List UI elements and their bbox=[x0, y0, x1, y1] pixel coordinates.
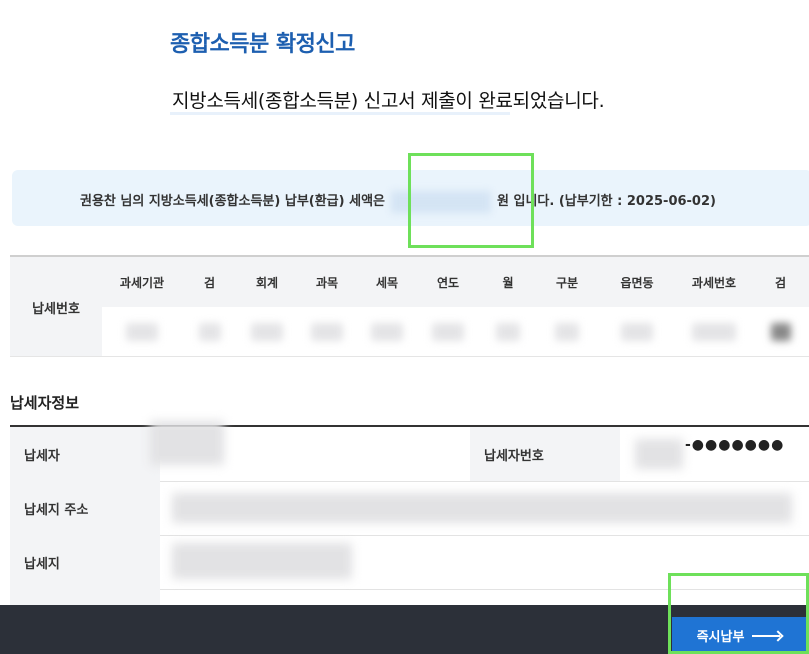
highlight-box-pay bbox=[668, 573, 809, 654]
cell-redacted bbox=[182, 307, 237, 357]
col-subject: 과목 bbox=[297, 257, 357, 307]
label-address: 납세지 주소 bbox=[10, 481, 160, 535]
taxpayer-info-title: 납세자정보 bbox=[10, 394, 80, 412]
col-tax-number: 과세번호 bbox=[677, 257, 751, 307]
page-title: 종합소득분 확정신고 bbox=[170, 32, 355, 57]
taxpayer-number-redacted bbox=[635, 439, 683, 469]
location-redacted bbox=[172, 543, 352, 579]
cell-redacted bbox=[537, 307, 597, 357]
col-district: 읍면동 bbox=[597, 257, 677, 307]
tax-number-table: 납세번호 과세기관 검 회계 과목 세목 연도 월 구분 읍면동 과세번호 검 bbox=[10, 255, 809, 357]
label-taxpayer-number: 납세자번호 bbox=[470, 427, 620, 481]
col-category: 구분 bbox=[537, 257, 597, 307]
col-taxing-agency: 과세기관 bbox=[102, 257, 182, 307]
tax-number-label: 납세번호 bbox=[10, 257, 102, 357]
col-tax-item: 세목 bbox=[357, 257, 417, 307]
address-redacted bbox=[172, 493, 792, 523]
cell-redacted bbox=[751, 307, 809, 357]
cell-redacted bbox=[597, 307, 677, 357]
col-month: 월 bbox=[479, 257, 537, 307]
cell-redacted bbox=[102, 307, 182, 357]
label-location: 납세지 bbox=[10, 535, 160, 589]
cell-redacted bbox=[357, 307, 417, 357]
col-accounting: 회계 bbox=[237, 257, 297, 307]
table-divider bbox=[10, 356, 809, 357]
cell-redacted bbox=[297, 307, 357, 357]
info-row-address: 납세지 주소 bbox=[10, 481, 809, 536]
taxpayer-name-redacted bbox=[150, 421, 224, 465]
label-taxpayer: 납세자 bbox=[10, 427, 160, 481]
highlight-box-amount bbox=[408, 153, 534, 248]
col-check: 검 bbox=[182, 257, 237, 307]
completion-message: 지방소득세(종합소득분) 신고서 제출이 완료되었습니다. bbox=[172, 90, 605, 112]
col-check-2: 검 bbox=[751, 257, 809, 307]
notice-prefix: 권용찬 님의 지방소득세(종합소득분) 납부(환급) 세액은 bbox=[80, 194, 385, 209]
taxpayer-number-masked: -●●●●●●● bbox=[685, 437, 785, 453]
col-year: 연도 bbox=[417, 257, 479, 307]
cell-redacted bbox=[479, 307, 537, 357]
cell-redacted bbox=[417, 307, 479, 357]
cell-redacted bbox=[677, 307, 751, 357]
tax-amount-notice-text: 권용찬 님의 지방소득세(종합소득분) 납부(환급) 세액은 원 입니다. (납부… bbox=[80, 190, 716, 213]
message-underline bbox=[170, 112, 510, 115]
info-row-taxpayer: 납세자 납세자번호 -●●●●●●● bbox=[10, 421, 809, 482]
cell-redacted bbox=[237, 307, 297, 357]
